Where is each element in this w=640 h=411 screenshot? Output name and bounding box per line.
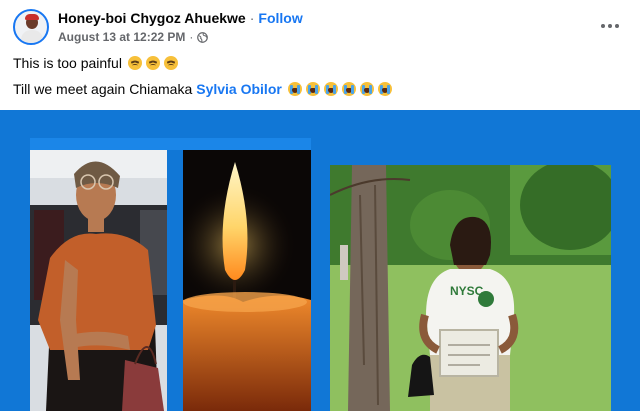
post-text-2: Till we meet again Chiamaka bbox=[13, 81, 193, 97]
more-options-icon[interactable] bbox=[596, 14, 624, 38]
globe-icon[interactable] bbox=[197, 31, 209, 43]
crying-face-icon bbox=[341, 82, 356, 96]
crying-face-icon bbox=[377, 82, 392, 96]
post-photo[interactable]: NYSC bbox=[0, 110, 640, 411]
follow-button[interactable]: Follow bbox=[258, 10, 302, 26]
pensive-face-icon bbox=[127, 56, 142, 70]
author-line: Honey-boi Chygoz Ahuekwe · Follow bbox=[58, 10, 303, 26]
crying-face-icon bbox=[323, 82, 338, 96]
pensive-face-icon bbox=[163, 56, 178, 70]
author-name[interactable]: Honey-boi Chygoz Ahuekwe bbox=[58, 10, 246, 26]
post-text-line-2: Till we meet again Chiamaka Sylvia Obilo… bbox=[13, 81, 392, 97]
post-text-line-1: This is too painful bbox=[13, 55, 178, 71]
post-header: Honey-boi Chygoz Ahuekwe · Follow August 1… bbox=[0, 0, 640, 110]
woman-orange-blouse-photo[interactable] bbox=[30, 150, 167, 411]
post-text-1: This is too painful bbox=[13, 55, 122, 71]
author-avatar[interactable] bbox=[13, 9, 49, 45]
meta-separator: · bbox=[189, 30, 194, 44]
lit-candle-photo[interactable] bbox=[183, 150, 311, 411]
crying-face-icon bbox=[359, 82, 374, 96]
pensive-face-icon bbox=[145, 56, 160, 70]
crying-face-icon bbox=[305, 82, 320, 96]
mention-link[interactable]: Sylvia Obilor bbox=[196, 81, 282, 97]
post-timestamp[interactable]: August 13 at 12:22 PM bbox=[58, 30, 185, 44]
name-separator: · bbox=[249, 10, 255, 26]
post-meta: August 13 at 12:22 PM · bbox=[58, 30, 209, 44]
svg-text:NYSC: NYSC bbox=[450, 284, 484, 298]
collage-strip bbox=[30, 138, 311, 150]
woman-nysc-uniform-photo[interactable]: NYSC bbox=[330, 165, 611, 411]
crying-face-icon bbox=[287, 82, 302, 96]
emoji-row-2 bbox=[287, 82, 392, 96]
emoji-row-1 bbox=[127, 56, 178, 70]
